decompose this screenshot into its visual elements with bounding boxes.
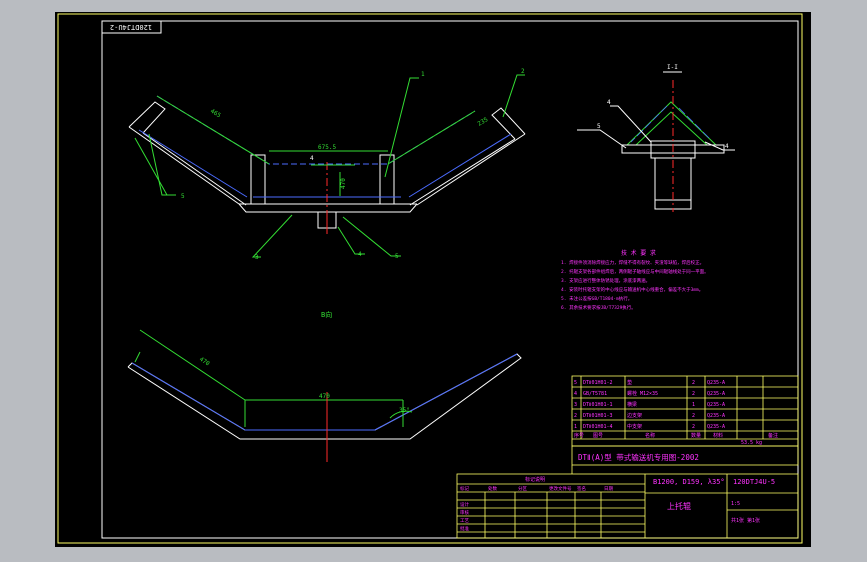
lower-view-labels: 470 470 35°	[198, 356, 410, 414]
svg-text:2: 2	[692, 380, 695, 386]
svg-text:1:5: 1:5	[731, 501, 740, 507]
svg-text:3. 支架应进行整体防锈处理，涂底漆两遍。: 3. 支架应进行整体防锈处理，涂底漆两遍。	[561, 277, 650, 284]
svg-text:GB/T5781: GB/T5781	[583, 391, 607, 397]
svg-text:备注: 备注	[768, 432, 778, 439]
svg-text:53.5 kg: 53.5 kg	[741, 440, 762, 446]
svg-text:5: 5	[597, 123, 601, 130]
technical-notes: 技 术 要 求 1. 焊接件须消除焊接应力，焊缝不得有裂纹、夹渣等缺陷，焊后校正…	[561, 249, 709, 311]
svg-text:技 术 要 求: 技 术 要 求	[621, 249, 656, 257]
svg-text:3: 3	[574, 402, 577, 408]
svg-text:Q235-A: Q235-A	[707, 380, 725, 386]
svg-text:横梁: 横梁	[627, 401, 637, 408]
svg-text:材料: 材料	[713, 432, 723, 439]
svg-text:1: 1	[421, 71, 425, 78]
svg-text:5. 未注公差按GB/T1804-m执行。: 5. 未注公差按GB/T1804-m执行。	[561, 295, 632, 302]
svg-text:5: 5	[574, 380, 577, 386]
svg-text:470: 470	[340, 178, 347, 189]
svg-text:DTⅡ01H01-2: DTⅡ01H01-2	[583, 380, 613, 386]
svg-text:3: 3	[255, 254, 259, 261]
svg-text:标记: 标记	[460, 485, 469, 492]
svg-text:处数: 处数	[488, 485, 497, 492]
svg-text:共1张 第1张: 共1张 第1张	[731, 517, 760, 524]
svg-text:675.5: 675.5	[318, 144, 336, 151]
bom-text: 5 DTⅡ01H01-2 垫 2 Q235-A 4 GB/T5781 螺栓 M1…	[574, 379, 778, 446]
cad-drawing: 120DTJ4U-2 1 2 3 4 5 465 235 675.5 470 4…	[57, 13, 803, 544]
cad-viewport[interactable]: 120DTJ4U-2 1 2 3 4 5 465 235 675.5 470 4…	[55, 12, 811, 547]
svg-text:DTⅡ(A)型 带式输送机专用图-2002: DTⅡ(A)型 带式输送机专用图-2002	[578, 452, 699, 462]
svg-text:中支架: 中支架	[627, 423, 642, 430]
svg-text:4: 4	[607, 99, 611, 106]
svg-text:1. 焊接件须消除焊接应力，焊缝不得有裂纹、夹渣等缺陷，焊后: 1. 焊接件须消除焊接应力，焊缝不得有裂纹、夹渣等缺陷，焊后校正。	[561, 259, 704, 266]
svg-text:Q235-A: Q235-A	[707, 402, 725, 408]
svg-text:120DTJ4U-5: 120DTJ4U-5	[733, 478, 775, 486]
svg-text:465: 465	[209, 108, 222, 120]
svg-text:序号: 序号	[574, 432, 584, 439]
svg-text:图号: 图号	[593, 433, 603, 439]
svg-text:设计: 设计	[460, 501, 469, 508]
svg-text:5: 5	[395, 253, 399, 260]
svg-text:35°: 35°	[399, 407, 410, 414]
svg-text:螺栓 M12×35: 螺栓 M12×35	[627, 390, 658, 397]
svg-text:4: 4	[725, 143, 729, 150]
svg-text:Q235-A: Q235-A	[707, 424, 725, 430]
svg-text:1: 1	[574, 424, 577, 430]
svg-text:B1200, D159, λ35°: B1200, D159, λ35°	[653, 478, 725, 486]
svg-text:日期: 日期	[604, 486, 613, 492]
svg-text:235: 235	[476, 116, 489, 128]
svg-text:工艺: 工艺	[460, 518, 469, 524]
main-view-trough-idler	[128, 74, 526, 258]
svg-text:2: 2	[574, 413, 577, 419]
svg-text:DTⅡ01H01-1: DTⅡ01H01-1	[583, 402, 613, 408]
svg-text:4: 4	[310, 155, 314, 162]
svg-text:2. 托辊支架各部件组焊后，两侧辊子轴线应与中间辊轴线处于同: 2. 托辊支架各部件组焊后，两侧辊子轴线应与中间辊轴线处于同一平面。	[561, 268, 709, 275]
bill-of-materials	[571, 375, 799, 447]
svg-text:120DTJ4U-2: 120DTJ4U-2	[110, 23, 152, 31]
svg-text:4: 4	[574, 391, 577, 397]
view-label-b: B向	[321, 310, 332, 319]
svg-text:Q235-A: Q235-A	[707, 413, 725, 419]
svg-text:分区: 分区	[518, 485, 527, 492]
section-weld-labels: 4 5 4	[597, 99, 729, 150]
svg-text:名称: 名称	[645, 432, 655, 439]
svg-text:上托辊: 上托辊	[667, 501, 691, 511]
svg-text:4. 安装时托辊支架的中心线应与输送机中心线重合，偏差不大于: 4. 安装时托辊支架的中心线应与输送机中心线重合，偏差不大于3mm。	[561, 286, 703, 293]
svg-text:5: 5	[181, 193, 185, 200]
svg-text:470: 470	[198, 356, 211, 368]
svg-text:I-I: I-I	[667, 64, 678, 71]
svg-text:2: 2	[692, 424, 695, 430]
svg-text:2: 2	[692, 413, 695, 419]
drawing-number-stamp: 120DTJ4U-2	[101, 20, 162, 34]
svg-text:签名: 签名	[577, 485, 586, 492]
svg-text:标记说明: 标记说明	[525, 476, 545, 483]
svg-text:Q235-A: Q235-A	[707, 391, 725, 397]
svg-text:审核: 审核	[460, 509, 469, 516]
svg-text:4: 4	[358, 251, 362, 258]
svg-text:边支架: 边支架	[627, 412, 642, 419]
svg-text:DTⅡ01H01-3: DTⅡ01H01-3	[583, 413, 613, 419]
svg-text:470: 470	[319, 393, 330, 400]
svg-text:DTⅡ01H01-4: DTⅡ01H01-4	[583, 424, 613, 430]
outer-frame	[57, 13, 803, 544]
section-detail: I-I	[577, 64, 735, 212]
svg-text:更改文件号: 更改文件号	[549, 485, 572, 492]
svg-text:数量: 数量	[691, 432, 701, 439]
svg-text:批准: 批准	[460, 525, 469, 532]
svg-text:2: 2	[521, 68, 525, 75]
svg-text:1: 1	[692, 402, 695, 408]
svg-text:6. 其余技术要求按JB/T7329执行。: 6. 其余技术要求按JB/T7329执行。	[561, 304, 636, 311]
svg-text:垫: 垫	[627, 379, 632, 386]
svg-text:2: 2	[692, 391, 695, 397]
